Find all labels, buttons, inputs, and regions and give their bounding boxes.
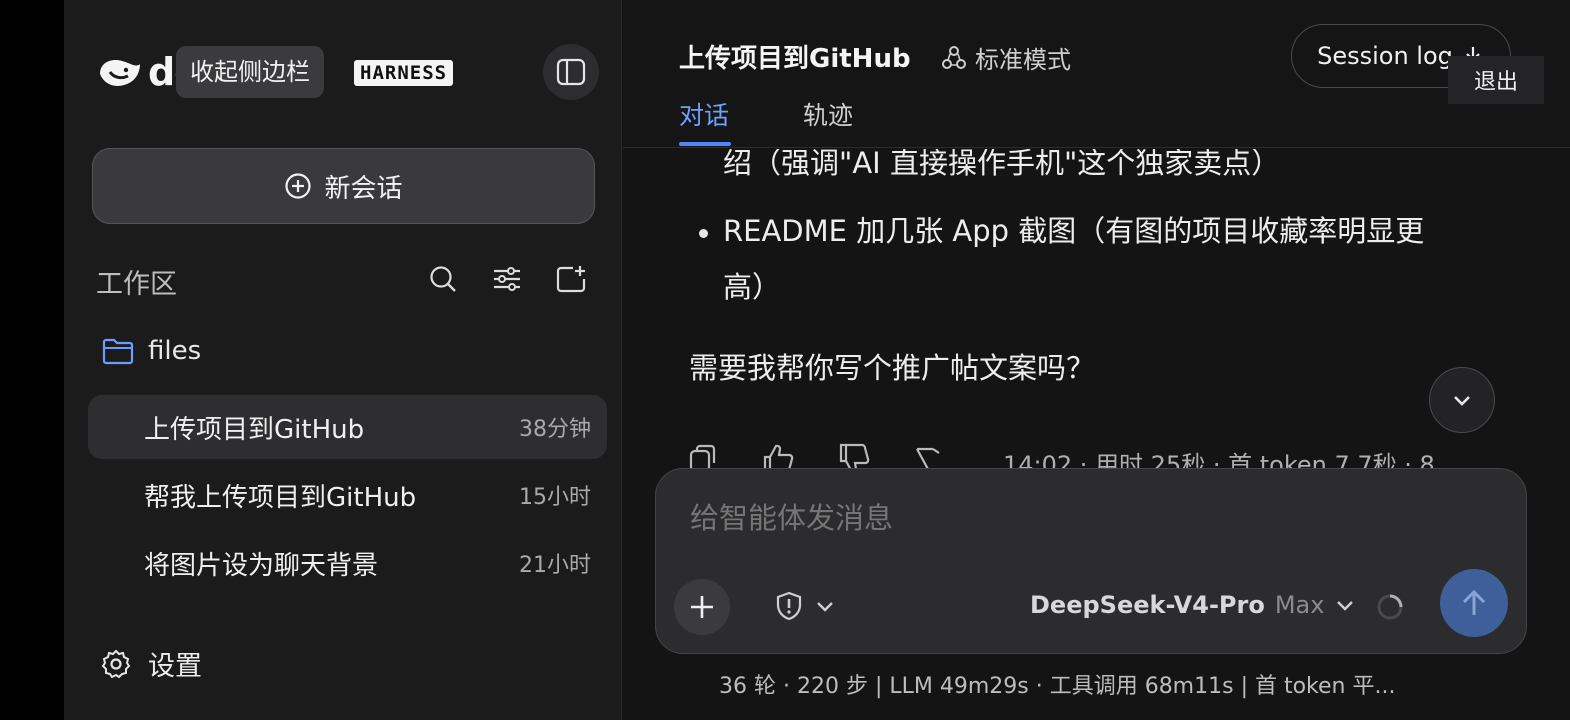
exit-tooltip[interactable]: 退出 [1448, 56, 1544, 104]
conversation-time: 15小时 [519, 485, 591, 510]
tab-trace[interactable]: 轨迹 [803, 96, 853, 132]
conversation-time: 38分钟 [519, 417, 591, 442]
tab-chat[interactable]: 对话 [679, 96, 729, 132]
session-stats: 36 轮 · 220 步 | LLM 49m29s · 工具调用 68m11s … [719, 674, 1396, 699]
message-input[interactable] [690, 501, 1470, 535]
message-composer: DeepSeek-V4-Pro Max [655, 468, 1527, 654]
loading-spinner-icon [1377, 594, 1403, 620]
mode-label: 标准模式 [975, 46, 1071, 74]
model-selector[interactable]: DeepSeek-V4-Pro Max [1030, 591, 1356, 619]
bullet-item-text: README 加几张 App 截图（有图的项目收藏率明显更 [723, 214, 1425, 248]
new-chat-button[interactable]: 新会话 [92, 148, 595, 224]
bullet-dot [699, 229, 708, 238]
conversation-title: 上传项目到GitHub [144, 414, 365, 445]
chat-header: 上传项目到GitHub 标准模式 Session log 退出 对话 轨迹 [623, 0, 1570, 148]
sidebar-panel-icon [556, 58, 586, 86]
workspace-label: 工作区 [96, 269, 177, 300]
filter-sliders-icon[interactable] [490, 260, 524, 298]
settings-button[interactable]: 设置 [100, 644, 202, 683]
collapse-sidebar-button[interactable] [543, 44, 599, 100]
brand-tag: HARNESS [354, 60, 454, 86]
new-chat-label: 新会话 [324, 173, 403, 204]
session-log-label: Session log [1317, 42, 1453, 70]
message-area: 绍（强调"AI 直接操作手机"这个独家卖点） README 加几张 App 截图… [623, 149, 1570, 479]
sidebar: de HARNESS 收起侧边栏 新会话 工作区 files 上传项目到GitH… [64, 0, 622, 720]
bullet-item-text: 绍（强调"AI 直接操作手机"这个独家卖点） [723, 149, 1281, 180]
add-attachment-button[interactable] [674, 579, 730, 635]
assistant-question: 需要我帮你写个推广帖文案吗？ [689, 351, 1096, 385]
chevron-down-icon [817, 602, 833, 612]
conversation-time: 21小时 [519, 553, 591, 578]
folder-icon [102, 338, 134, 365]
folder-name: files [148, 336, 202, 366]
plus-circle-icon [285, 173, 312, 199]
mode-selector[interactable]: 标准模式 [941, 40, 1071, 75]
conversation-item[interactable]: 将图片设为聊天背景 21小时 [88, 531, 607, 595]
plus-icon [691, 596, 713, 618]
active-tab-indicator [679, 142, 731, 146]
chevron-down-icon [1337, 601, 1354, 611]
conversation-heading: 上传项目到GitHub [679, 44, 911, 74]
arrow-up-icon [1462, 589, 1486, 615]
conversation-item[interactable]: 帮我上传项目到GitHub 15小时 [88, 463, 607, 527]
workspace-toolbar [426, 260, 588, 298]
gear-icon [101, 649, 131, 678]
folder-files[interactable]: files [102, 336, 201, 366]
main-panel: 上传项目到GitHub 标准模式 Session log 退出 对话 轨迹 绍（… [623, 0, 1570, 720]
shield-icon [776, 591, 802, 621]
whale-logo-icon [100, 60, 140, 86]
settings-label: 设置 [148, 651, 202, 682]
conversation-title: 帮我上传项目到GitHub [144, 482, 417, 513]
new-folder-icon[interactable] [554, 260, 588, 298]
search-icon[interactable] [426, 260, 460, 298]
mode-network-icon [942, 45, 966, 69]
model-name: DeepSeek-V4-Pro [1030, 591, 1265, 619]
app-window: de HARNESS 收起侧边栏 新会话 工作区 files 上传项目到GitH… [64, 0, 1570, 720]
send-button[interactable] [1440, 569, 1508, 637]
collapse-sidebar-tooltip: 收起侧边栏 [176, 46, 324, 98]
permission-selector[interactable] [774, 591, 836, 621]
scroll-to-bottom-button[interactable] [1429, 367, 1495, 433]
chevron-down-icon [1454, 396, 1470, 406]
model-tier: Max [1274, 591, 1325, 619]
conversation-title: 将图片设为聊天背景 [144, 550, 379, 581]
bullet-item-text: 高） [723, 270, 782, 304]
conversation-item[interactable]: 上传项目到GitHub 38分钟 [88, 395, 607, 459]
